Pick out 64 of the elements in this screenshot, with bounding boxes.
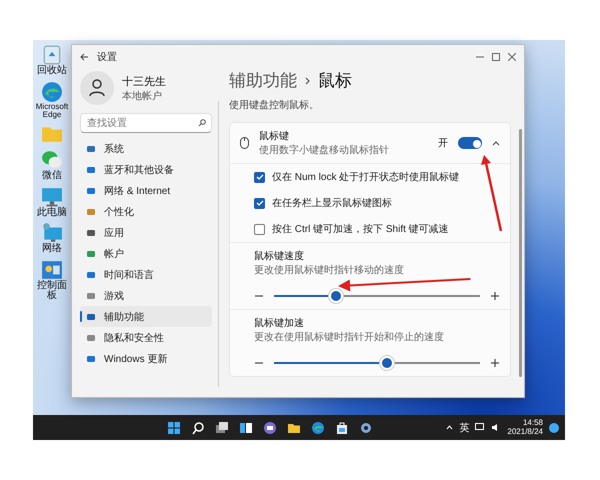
checkbox[interactable] (254, 224, 265, 234)
control-panel-icon[interactable] (41, 258, 63, 281)
toggle-switch[interactable] (458, 137, 482, 149)
checkbox[interactable] (254, 198, 265, 208)
browser-icon[interactable] (310, 420, 325, 434)
nav-item[interactable]: 个性化 (80, 201, 212, 222)
slider-thumb[interactable] (330, 291, 341, 301)
chevron-right-icon (305, 76, 310, 84)
checkbox-label: 在任务栏上显示鼠标键图标 (272, 196, 392, 210)
nav-item[interactable]: 隐私和安全性 (80, 327, 212, 348)
chevron-up-icon[interactable] (492, 140, 500, 146)
desktop-icon-label: 微信 (41, 171, 63, 182)
clock-time: 14:58 (522, 418, 543, 428)
checkbox[interactable] (254, 172, 265, 182)
page-title: 鼠标 (318, 70, 352, 92)
nav-item[interactable]: 游戏 (80, 285, 212, 306)
account-type: 本地帐户 (122, 90, 163, 102)
windows-stack-icon[interactable] (214, 420, 229, 434)
desktop-icon-label: 控制面板 (36, 280, 68, 302)
toggle-state-label: 开 (438, 137, 448, 150)
nav-item[interactable]: 辅助功能 (80, 306, 212, 327)
back-arrow-icon[interactable] (80, 53, 89, 61)
nav-item[interactable]: 应用 (80, 222, 212, 243)
window-title: 设置 (97, 50, 118, 64)
desktop-icon-label: 网络 (41, 244, 63, 255)
desktop-icon-label: 回收站 (36, 66, 68, 76)
setting-description: 使用数字小键盘移动鼠标指针 (259, 144, 390, 157)
desktop-icon-label: Microsoft Edge (34, 102, 70, 120)
slider-description: 更改在使用鼠标键时指针开始和停止的速度 (254, 330, 445, 344)
mouse-icon (240, 137, 249, 149)
slider-title: 鼠标键加速 (254, 316, 305, 330)
notification-icon[interactable] (549, 422, 559, 432)
search-icon (198, 119, 206, 127)
desktop-icon-label: 此电脑 (36, 208, 68, 218)
nav-item[interactable]: 蓝牙和其他设备 (80, 159, 212, 180)
start-icon[interactable] (166, 420, 181, 434)
nav-item[interactable]: 系统 (80, 138, 212, 159)
plus-icon[interactable] (490, 291, 500, 301)
nav-item[interactable]: 时间和语言 (80, 264, 212, 285)
input-method-indicator[interactable]: 英 (459, 420, 470, 434)
nav-item[interactable]: Windows 更新 (80, 348, 212, 369)
setting-title: 鼠标键 (259, 130, 290, 143)
slider-description: 更改使用鼠标键时指针移动的速度 (254, 264, 405, 277)
shopping-bag-icon[interactable] (334, 420, 349, 434)
nav-item[interactable]: 网络 & Internet (80, 180, 212, 201)
scrollbar[interactable] (519, 129, 522, 377)
plus-icon[interactable] (490, 358, 500, 368)
user-name: 十三先生 (122, 74, 166, 88)
slider-thumb[interactable] (382, 358, 392, 368)
gear-icon[interactable] (358, 420, 373, 434)
clock-date: 2021/8/24 (507, 428, 543, 436)
search-icon[interactable] (190, 420, 205, 434)
nav-item[interactable]: 帐户 (80, 243, 212, 264)
search-field[interactable]: 查找设置 (80, 113, 212, 133)
panels-icon[interactable] (238, 420, 253, 434)
checkbox-label: 按住 Ctrl 键可加速，按下 Shift 键可减速 (272, 222, 449, 236)
network-monitor-icon[interactable] (41, 222, 63, 244)
slider-title: 鼠标键速度 (254, 250, 305, 263)
maximize-icon[interactable] (492, 53, 500, 61)
checkbox-label: 仅在 Num lock 处于打开状态时使用鼠标键 (272, 170, 460, 184)
close-icon[interactable] (508, 53, 516, 61)
page-description: 使用键盘控制鼠标。 (229, 98, 320, 112)
video-chat-icon[interactable] (262, 420, 277, 434)
breadcrumb-link[interactable]: 辅助功能 (229, 69, 297, 92)
